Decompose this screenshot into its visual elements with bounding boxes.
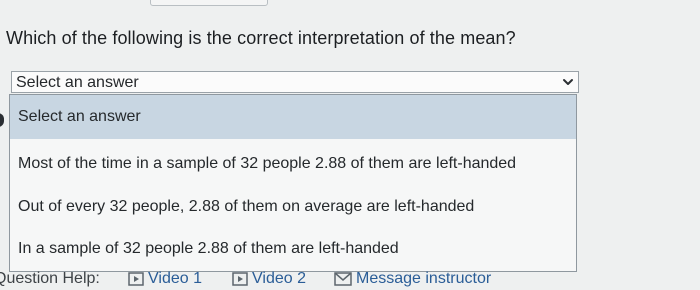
video-1-label: Video 1 (148, 270, 202, 287)
previous-input-box[interactable] (150, 0, 268, 6)
play-icon (128, 272, 144, 286)
option-most-of-the-time[interactable]: Most of the time in a sample of 32 peopl… (10, 144, 576, 184)
option-in-a-sample[interactable]: In a sample of 32 people 2.88 of them ar… (10, 228, 576, 270)
answer-select[interactable]: Select an answer (11, 71, 579, 93)
question-help-label: Question Help: (0, 270, 100, 287)
message-instructor-label: Message instructor (356, 270, 492, 287)
radio-edge-mark (0, 113, 4, 127)
option-select-an-answer[interactable]: Select an answer (10, 95, 576, 139)
chevron-down-icon (563, 79, 573, 85)
video-2-link[interactable]: Video 2 (232, 270, 306, 288)
question-text: Which of the following is the correct in… (6, 28, 516, 48)
video-2-label: Video 2 (252, 270, 306, 287)
select-current-value: Select an answer (16, 74, 139, 91)
answer-options-list: Select an answer Most of the time in a s… (9, 94, 577, 272)
question-help-row: Question Help: Video 1 Video 2 Message i… (0, 270, 700, 290)
mail-icon (334, 272, 352, 286)
play-icon (232, 272, 248, 286)
video-1-link[interactable]: Video 1 (128, 270, 202, 288)
message-instructor-link[interactable]: Message instructor (334, 270, 491, 288)
option-out-of-every[interactable]: Out of every 32 people, 2.88 of them on … (10, 186, 576, 228)
